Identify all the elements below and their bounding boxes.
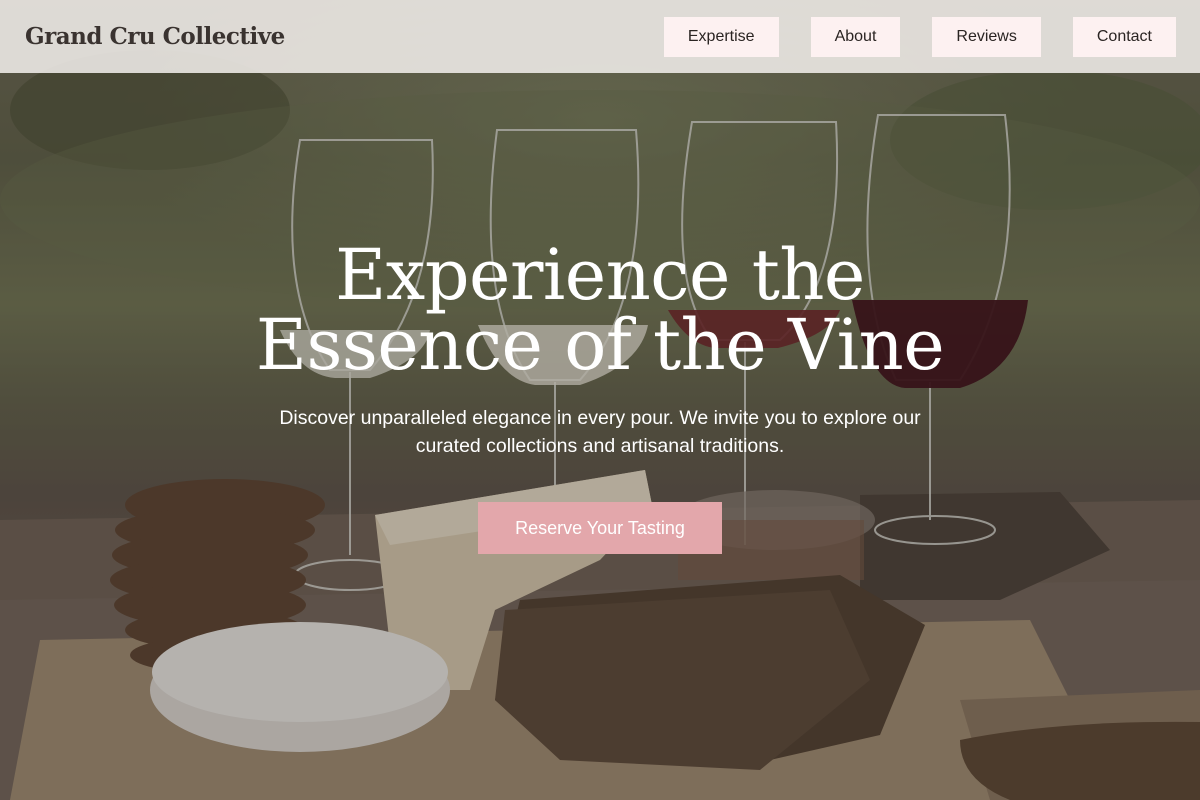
nav-reviews-button[interactable]: Reviews — [932, 16, 1041, 57]
hero-content: Experience the Essence of the Vine Disco… — [0, 240, 1200, 554]
nav-contact-button[interactable]: Contact — [1072, 16, 1176, 57]
brand-logo[interactable]: Grand Cru Collective — [25, 23, 285, 50]
nav-expertise-button[interactable]: Expertise — [663, 16, 779, 57]
hero-headline: Experience the Essence of the Vine — [255, 234, 945, 386]
site-header: Grand Cru Collective Expertise About Rev… — [0, 0, 1200, 73]
reserve-tasting-button[interactable]: Reserve Your Tasting — [478, 502, 722, 554]
hero-subtext: Discover unparalleled elegance in every … — [279, 407, 921, 457]
nav-about-button[interactable]: About — [810, 16, 901, 57]
main-nav: Expertise About Reviews Contact — [663, 16, 1176, 57]
